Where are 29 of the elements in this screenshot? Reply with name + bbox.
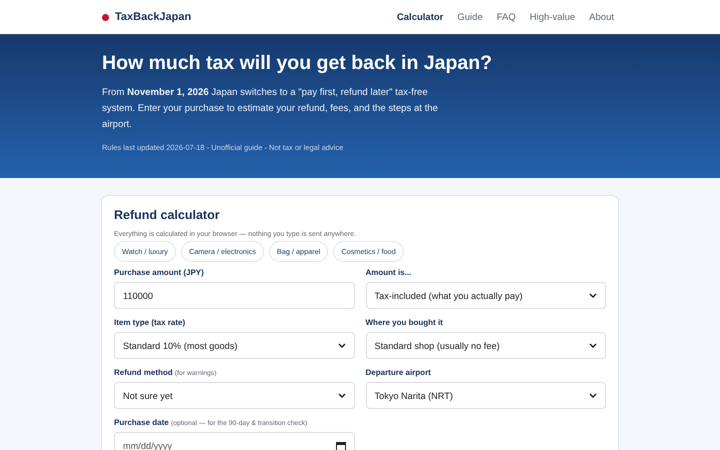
select-field[interactable]: Tokyo Narita (NRT) [366,382,606,409]
field-label: Where you bought it [366,318,443,327]
caret-icon [589,393,597,398]
nav-link[interactable]: Calculator [396,12,444,22]
field-label: Refund method [114,368,173,377]
hero-intro: From November 1, 2026 Japan switches to a "pay first, refund later" tax-free system. Enter your purchase to estimate your refund, fees, and the steps at the airport. [102,86,439,132]
field-label: Purchase date [114,418,169,427]
hero-title: How much tax will you get back in Japan? [102,52,494,75]
caret-icon [589,343,597,348]
nav-link[interactable]: FAQ [496,12,516,22]
caret-icon [589,293,597,298]
field-label: Amount is... [366,268,412,277]
select-field[interactable]: Standard shop (usually no fee) [366,332,606,359]
field-label: Item type (tax rate) [114,318,186,327]
amount-input[interactable]: 110000 [114,282,354,309]
card-title: Refund calculator [114,208,221,222]
logo-dot-icon [102,14,109,20]
field-label: Departure airport [366,368,431,377]
select-field[interactable]: Not sure yet [114,382,354,409]
select-field[interactable]: Tax-included (what you actually pay) [366,282,606,309]
field-label: Purchase amount (JPY) [114,268,204,277]
caret-icon [338,343,346,348]
select-field[interactable]: Standard 10% (most goods) [114,332,354,359]
site-logo[interactable]: TaxBackJapan [115,11,192,23]
nav-link[interactable]: About [589,12,614,22]
calendar-icon [336,440,346,450]
nav-link[interactable]: Guide [457,12,483,22]
caret-icon [338,393,346,398]
nav-link[interactable]: High-value [530,12,576,22]
